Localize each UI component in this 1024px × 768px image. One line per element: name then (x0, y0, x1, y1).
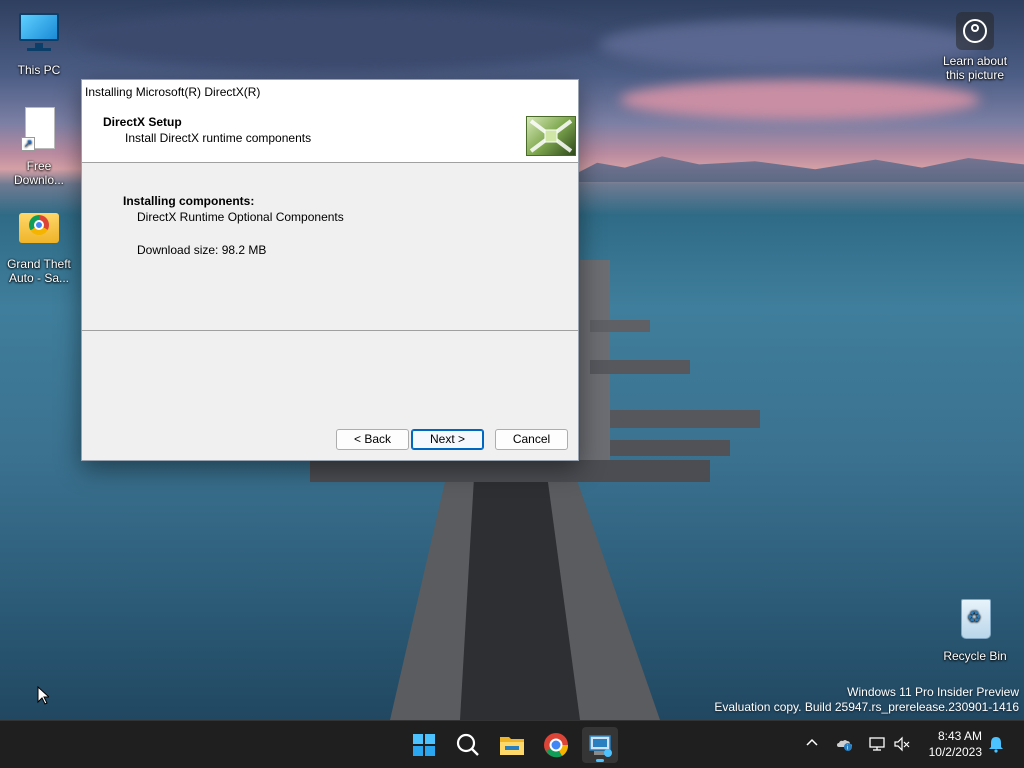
windows-watermark: Windows 11 Pro Insider Preview Evaluatio… (714, 685, 1019, 715)
desktop-icon-label: Recycle Bin (943, 649, 1007, 663)
watermark-line-1: Windows 11 Pro Insider Preview (847, 685, 1019, 699)
clock-date[interactable]: 10/2/2023 (920, 745, 982, 759)
learn-about-picture[interactable]: Learn about this picture (937, 12, 1013, 82)
directx-setup-dialog: Installing Microsoft(R) DirectX(R) Direc… (81, 79, 579, 461)
dialog-header: DirectX Setup Install DirectX runtime co… (82, 105, 578, 163)
network-icon[interactable] (868, 735, 886, 753)
header-subtitle: Install DirectX runtime components (125, 131, 312, 145)
taskbar: i 8:43 AM 10/2/2023 (0, 720, 1024, 768)
wallpaper-cloud (620, 80, 980, 120)
wallpaper-cloud (80, 10, 600, 70)
directx-logo-icon (526, 116, 576, 156)
installing-heading: Installing components: (123, 194, 255, 208)
onedrive-icon[interactable]: i (836, 735, 854, 753)
wallpaper-cloud (600, 20, 980, 70)
desktop-icon-gta[interactable]: Grand Theft Auto - Sa... (1, 205, 77, 285)
directx-setup-icon[interactable] (582, 727, 618, 763)
volume-muted-icon[interactable] (893, 735, 911, 753)
desktop-icon-label: Free Downlo... (13, 159, 65, 187)
desktop-icon-recycle-bin[interactable]: ♻ Recycle Bin (937, 597, 1013, 663)
start-icon[interactable] (406, 727, 442, 763)
clock-time[interactable]: 8:43 AM (920, 729, 982, 743)
desktop-icon-label: Grand Theft Auto - Sa... (7, 257, 71, 285)
cancel-button[interactable]: Cancel (495, 429, 568, 450)
component-name: DirectX Runtime Optional Components (137, 210, 344, 224)
header-title: DirectX Setup (103, 115, 182, 129)
file-shortcut-icon: ↗ (15, 107, 63, 155)
dialog-separator (82, 330, 578, 331)
back-button[interactable]: < Back (336, 429, 409, 450)
mouse-cursor-icon (37, 686, 49, 705)
wallpaper-mountains (560, 156, 1024, 182)
monitor-icon (15, 11, 63, 59)
learn-about-label: Learn about this picture (942, 54, 1008, 82)
dialog-titlebar[interactable]: Installing Microsoft(R) DirectX(R) (82, 80, 578, 105)
file-explorer-icon[interactable] (494, 727, 530, 763)
watermark-line-2: Evaluation copy. Build 25947.rs_prerelea… (714, 700, 1019, 714)
desktop-icon-this-pc[interactable]: This PC (1, 11, 77, 77)
search-icon[interactable] (450, 727, 486, 763)
chevron-up-icon[interactable] (804, 735, 820, 751)
next-button[interactable]: Next > (411, 429, 484, 450)
learn-about-icon (956, 12, 994, 50)
download-size: Download size: 98.2 MB (137, 243, 267, 257)
dialog-body: Installing components: DirectX Runtime O… (82, 163, 578, 413)
active-indicator (596, 759, 604, 762)
notification-bell-icon[interactable] (987, 735, 1005, 753)
recycle-bin-icon: ♻ (951, 597, 999, 645)
desktop-icon-label: This PC (17, 63, 61, 77)
folder-icon (15, 205, 63, 253)
chrome-icon[interactable] (538, 727, 574, 763)
desktop-icon-free-download[interactable]: ↗ Free Downlo... (1, 107, 77, 187)
